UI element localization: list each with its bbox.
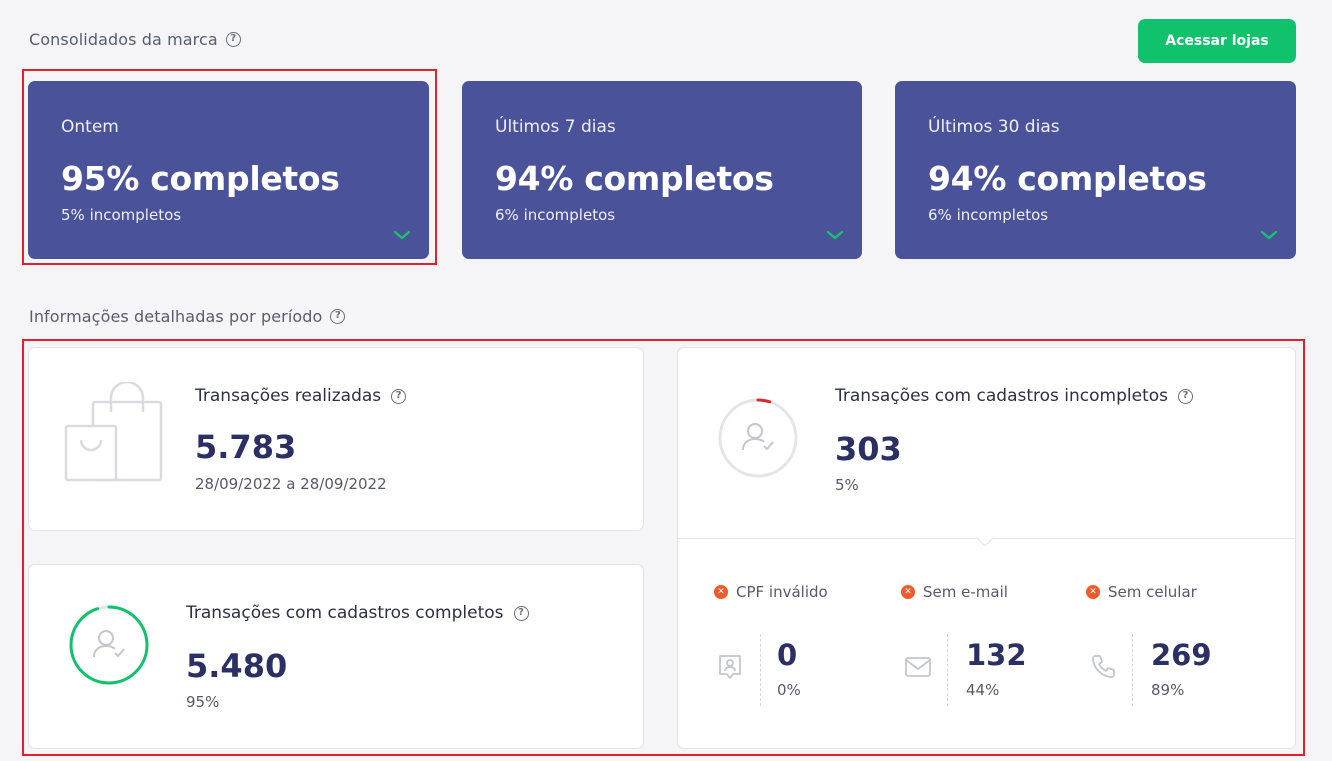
card-complete: 94% completos [928, 159, 1207, 198]
help-icon[interactable]: ? [330, 309, 346, 324]
card-period: Últimos 30 dias [928, 117, 1060, 137]
help-icon[interactable]: ? [225, 32, 241, 47]
section-title-consolidados: Consolidados da marca ? [29, 30, 241, 49]
highlight-box-ontem [22, 69, 437, 265]
chevron-down-icon[interactable] [826, 229, 844, 241]
card-complete: 94% completos [495, 159, 774, 198]
chevron-down-icon[interactable] [1260, 229, 1278, 241]
card-incomplete: 6% incompletos [928, 206, 1049, 224]
acessar-lojas-button[interactable]: Acessar lojas [1138, 19, 1296, 63]
card-incomplete: 6% incompletos [495, 206, 616, 224]
section-title-informacoes: Informações detalhadas por período ? [29, 307, 346, 326]
card-period: Últimos 7 dias [495, 117, 616, 137]
highlight-box-details [22, 339, 1305, 756]
summary-card-30-dias[interactable]: Últimos 30 dias 94% completos 6% incompl… [895, 81, 1296, 259]
summary-card-7-dias[interactable]: Últimos 7 dias 94% completos 6% incomple… [462, 81, 862, 259]
